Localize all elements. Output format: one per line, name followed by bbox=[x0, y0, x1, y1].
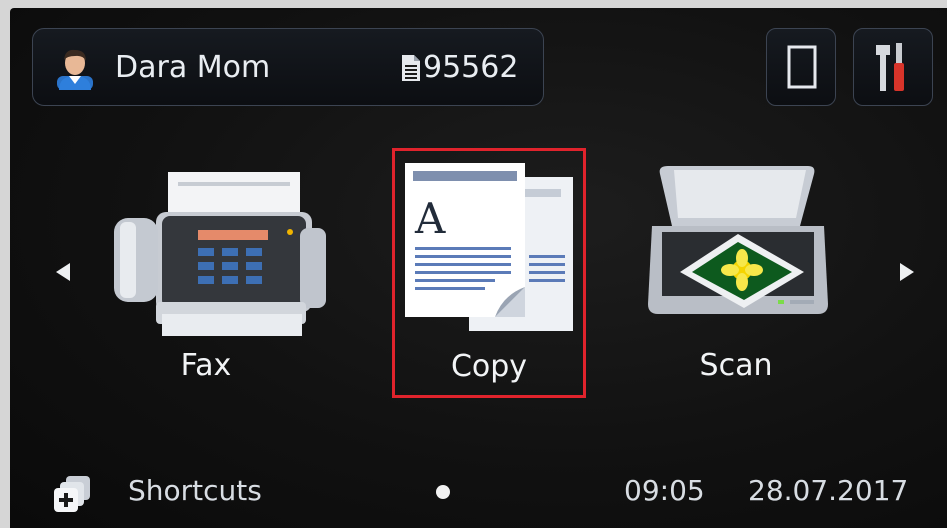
scan-icon bbox=[648, 166, 828, 314]
shortcuts-label[interactable]: Shortcuts bbox=[128, 472, 262, 510]
clock-date: 28.07.2017 bbox=[748, 474, 909, 507]
shortcuts-icon[interactable] bbox=[52, 474, 92, 514]
settings-button[interactable] bbox=[853, 28, 933, 106]
user-name: Dara Mom bbox=[115, 50, 271, 85]
scan-label: Scan bbox=[699, 348, 773, 383]
document-icon bbox=[402, 55, 420, 81]
paper-button[interactable] bbox=[766, 28, 836, 106]
paper-icon bbox=[787, 45, 817, 89]
copy-label: Copy bbox=[450, 349, 528, 384]
tools-icon bbox=[876, 43, 904, 91]
user-bar[interactable]: Dara Mom 95562 bbox=[32, 28, 544, 106]
copy-tile[interactable]: A Copy bbox=[392, 148, 586, 398]
arrow-left-icon[interactable] bbox=[52, 260, 74, 284]
arrow-right-icon[interactable] bbox=[896, 260, 918, 284]
fax-icon bbox=[114, 172, 326, 336]
clock-time: 09:05 bbox=[624, 474, 705, 507]
fax-label: Fax bbox=[180, 348, 232, 383]
user-icon bbox=[57, 49, 93, 90]
touchscreen: Dara Mom 95562 Fax A Copy Scan Shortcuts… bbox=[10, 8, 947, 528]
page-counter: 95562 bbox=[423, 50, 519, 85]
fax-tile[interactable]: Fax bbox=[108, 146, 326, 398]
copy-icon: A bbox=[405, 163, 573, 331]
scan-tile[interactable]: Scan bbox=[638, 146, 834, 398]
copy-icon-letter: A bbox=[414, 194, 446, 243]
page-indicator-dot bbox=[436, 485, 450, 499]
